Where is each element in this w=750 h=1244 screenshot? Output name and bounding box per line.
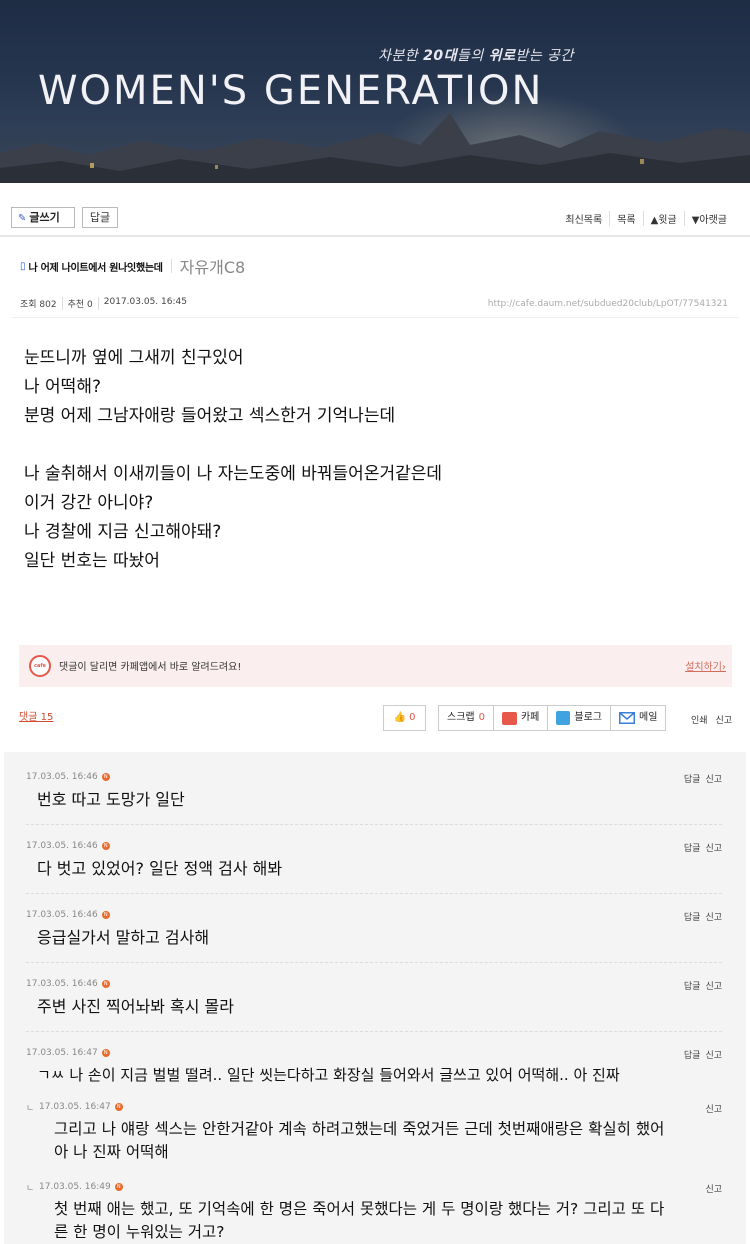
comment-reply-link[interactable]: 답글 [684, 775, 701, 785]
comment-text: 번호 따고 도망가 일단 [37, 790, 185, 809]
reply-marker: ㄴ [26, 1184, 35, 1194]
body-line: 일단 번호는 따놨어 [24, 551, 160, 571]
comment-time: 17.03.05. 16:49 N [39, 1182, 123, 1192]
post-body: 눈뜨니까 옆에 그새끼 친구있어 나 어떡해? 분명 어제 그남자애랑 들어왔고… [24, 344, 442, 576]
mail-icon [619, 712, 635, 724]
body-line: 나 어떡해? [24, 377, 101, 397]
next-post-link[interactable]: ▼아랫글 [683, 211, 734, 226]
share-cafe-button[interactable]: 카페 [492, 706, 547, 730]
comment-count-link[interactable]: 댓글 15 [19, 708, 53, 723]
mobile-icon: ▯ [20, 260, 26, 272]
comment-text: 주변 사진 찍어놔봐 혹시 몰라 [37, 997, 234, 1016]
comment-text: 그리고 나 얘랑 섹스는 안한거같아 계속 하려고했는데 죽었거든 근데 첫번째… [54, 1120, 665, 1161]
comment-report-link[interactable]: 신고 [705, 1051, 722, 1061]
reply-marker: ㄴ [26, 1104, 35, 1114]
thumbs-up-icon: 👍 [393, 712, 406, 723]
blog-icon [556, 711, 571, 725]
comment-time: 17.03.05. 16:46 N [26, 910, 110, 920]
post-url[interactable]: http://cafe.daum.net/subdued20club/LpOT/… [488, 299, 728, 309]
body-line: 이거 강간 아니야? [24, 493, 154, 513]
comment-text: 다 벗고 있었어? 일단 정액 검사 해봐 [37, 859, 283, 878]
new-badge-icon: N [114, 1103, 123, 1111]
body-line: 눈뜨니까 옆에 그새끼 친구있어 [24, 348, 244, 368]
divider [26, 824, 722, 825]
new-badge-icon: N [114, 1183, 123, 1191]
install-link[interactable]: 설치하기› [685, 658, 726, 673]
new-badge-icon: N [101, 773, 110, 781]
divider [26, 1031, 722, 1032]
prev-post-link[interactable]: ▲윗글 [642, 211, 684, 226]
comment-text: 첫 번째 애는 했고, 또 기억속에 한 명은 죽어서 못했다는 게 두 명이랑… [54, 1200, 665, 1241]
body-line: 나 경찰에 지금 신고해야돼? [24, 522, 222, 542]
comment-reply-link[interactable]: 답글 [684, 982, 701, 992]
comment-report-link[interactable]: 신고 [705, 1105, 722, 1115]
comment-reply-link[interactable]: 답글 [684, 844, 701, 854]
comment-time: 17.03.05. 16:47 N [39, 1102, 123, 1112]
post-title-row: ▯ 나 어제 나이트에서 원나잇했는데 자유개C8 [20, 254, 245, 278]
post-title: 나 어제 나이트에서 원나잇했는데 [28, 262, 163, 274]
comment-time: 17.03.05. 16:46 N [26, 772, 110, 782]
new-badge-icon: N [101, 980, 110, 988]
body-line: 나 술취해서 이새끼들이 나 자는도중에 바꿔들어온거같은데 [24, 464, 443, 484]
print-report-links: 인쇄 신고 [686, 713, 732, 726]
list-link[interactable]: 목록 [609, 211, 642, 226]
write-button[interactable]: ✎ 글쓰기 [11, 207, 75, 228]
banner-title: WOMEN'S GENERATION [38, 68, 544, 114]
cafe-app-icon: cafe [29, 655, 51, 677]
recommend-count: 추천 0 [61, 297, 98, 310]
notice-message: 댓글이 달리면 카페앱에서 바로 알려드려요! [59, 662, 242, 673]
scrap-button[interactable]: 스크랩 0 [439, 706, 493, 730]
comment-report-link[interactable]: 신고 [705, 775, 722, 785]
comment-text: 응급실가서 말하고 검사해 [37, 928, 210, 947]
comment-list: 17.03.05. 16:46 N 답글 신고 번호 따고 도망가 일단 17.03… [4, 752, 746, 1244]
comment-time: 17.03.05. 16:47 N [26, 1048, 110, 1058]
cafe-banner[interactable]: 차분한 20대들의 위로받는 공간 WOMEN'S GENERATION [0, 0, 750, 183]
divider [26, 962, 722, 963]
divider [26, 893, 722, 894]
toolbar: ✎ 글쓰기 답글 최신목록 목록 ▲윗글 ▼아랫글 [0, 183, 750, 237]
reply-button[interactable]: 답글 [82, 207, 118, 228]
divider [170, 259, 172, 273]
comment-text: ㄱㅆ 나 손이 지금 벌벌 떨려.. 일단 씻는다하고 화장실 들어와서 글쓰고… [37, 1066, 620, 1084]
post-datetime: 2017.03.05. 16:45 [97, 297, 192, 310]
new-badge-icon: N [101, 842, 110, 850]
comment-report-link[interactable]: 신고 [705, 913, 722, 923]
cafe-icon [501, 711, 517, 725]
board-name[interactable]: 자유개C8 [180, 254, 246, 278]
new-badge-icon: N [101, 911, 110, 919]
comment-time: 17.03.05. 16:46 N [26, 979, 110, 989]
comment-reply-link[interactable]: 답글 [684, 913, 701, 923]
share-group: 스크랩 0 카페 블로그 메일 [438, 705, 667, 731]
comment-report-link[interactable]: 신고 [705, 982, 722, 992]
view-count: 조회 802 [20, 300, 57, 310]
post-meta: 조회 802 추천 0 2017.03.05. 16:45 [20, 297, 192, 310]
comment-time: 17.03.05. 16:46 N [26, 841, 110, 851]
body-line: 분명 어제 그남자애랑 들어왔고 섹스한거 기억나는데 [24, 406, 396, 426]
app-notice-banner: cafe 댓글이 달리면 카페앱에서 바로 알려드려요! 설치하기› [19, 645, 732, 687]
share-mail-button[interactable]: 메일 [610, 706, 665, 730]
banner-tagline: 차분한 20대들의 위로받는 공간 [378, 48, 574, 64]
print-link[interactable]: 인쇄 [691, 716, 708, 726]
comment-report-link[interactable]: 신고 [705, 1185, 722, 1195]
divider [11, 317, 739, 318]
like-button[interactable]: 👍 0 [383, 705, 426, 731]
latest-list-link[interactable]: 최신목록 [558, 211, 609, 226]
share-blog-button[interactable]: 블로그 [547, 706, 610, 730]
comment-reply-link[interactable]: 답글 [684, 1051, 701, 1061]
post-nav: 최신목록 목록 ▲윗글 ▼아랫글 [558, 211, 734, 226]
report-link[interactable]: 신고 [715, 716, 732, 726]
body-line [24, 431, 442, 460]
comment-report-link[interactable]: 신고 [705, 844, 722, 854]
pencil-icon: ✎ [18, 213, 27, 224]
new-badge-icon: N [101, 1049, 110, 1057]
like-count: 0 [409, 712, 416, 723]
